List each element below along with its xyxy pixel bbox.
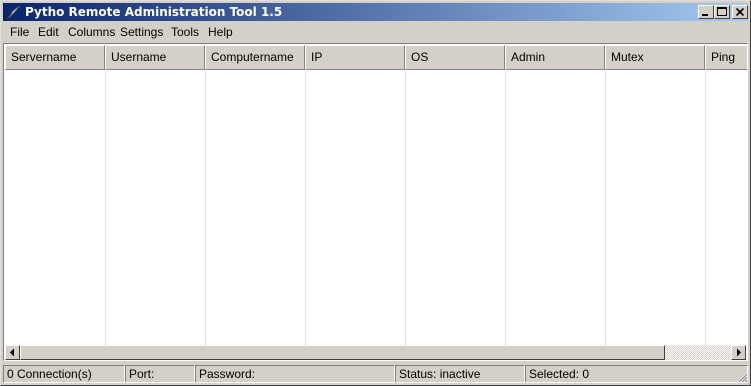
menu-columns[interactable]: Columns	[64, 25, 119, 39]
menu-file[interactable]: File	[6, 25, 33, 39]
maximize-button[interactable]	[714, 5, 730, 19]
column-header-mutex[interactable]: Mutex	[605, 45, 705, 70]
title-bar[interactable]: Pytho Remote Administration Tool 1.5	[3, 3, 748, 21]
column-header-os[interactable]: OS	[405, 45, 505, 70]
menu-settings[interactable]: Settings	[116, 25, 167, 39]
feather-icon	[6, 5, 21, 19]
window-title: Pytho Remote Administration Tool 1.5	[25, 5, 283, 19]
scroll-right-button[interactable]	[731, 345, 746, 360]
grid-divider	[405, 70, 406, 345]
status-password: Password:	[195, 365, 395, 383]
close-button[interactable]	[732, 5, 748, 19]
grid-divider	[105, 70, 106, 345]
horizontal-scrollbar[interactable]	[5, 345, 746, 360]
column-header-servername[interactable]: Servername	[5, 45, 105, 70]
maximize-icon	[717, 7, 727, 16]
menu-bar: File Edit Columns Settings Tools Help	[3, 22, 748, 42]
menu-tools[interactable]: Tools	[167, 25, 203, 39]
column-header-ip[interactable]: IP	[305, 45, 405, 70]
resize-grip-icon[interactable]	[736, 371, 748, 383]
status-state: Status: inactive	[395, 365, 525, 383]
connections-list[interactable]: Servername Username Computername IP OS A…	[3, 43, 748, 361]
list-header: Servername Username Computername IP OS A…	[5, 45, 747, 70]
status-connections: 0 Connection(s)	[3, 365, 125, 383]
column-header-ping[interactable]: Ping	[705, 45, 747, 70]
scroll-track[interactable]	[665, 345, 731, 360]
menu-help[interactable]: Help	[204, 25, 237, 39]
grid-divider	[605, 70, 606, 345]
close-icon	[735, 7, 745, 17]
minimize-button[interactable]	[698, 5, 714, 19]
arrow-right-icon	[737, 348, 741, 357]
grid-divider	[205, 70, 206, 345]
grid-divider	[305, 70, 306, 345]
column-header-username[interactable]: Username	[105, 45, 205, 70]
arrow-left-icon	[10, 348, 14, 357]
status-port: Port:	[125, 365, 195, 383]
column-header-admin[interactable]: Admin	[505, 45, 605, 70]
grid-divider	[505, 70, 506, 345]
minimize-icon	[702, 14, 708, 16]
grid-divider	[705, 70, 706, 345]
main-window: Pytho Remote Administration Tool 1.5 Fil…	[0, 0, 751, 386]
scroll-thumb[interactable]	[20, 345, 665, 360]
scroll-left-button[interactable]	[5, 345, 20, 360]
status-selected: Selected: 0	[525, 365, 748, 383]
column-header-computername[interactable]: Computername	[205, 45, 305, 70]
status-bar: 0 Connection(s) Port: Password: Status: …	[3, 365, 748, 383]
menu-edit[interactable]: Edit	[34, 25, 63, 39]
